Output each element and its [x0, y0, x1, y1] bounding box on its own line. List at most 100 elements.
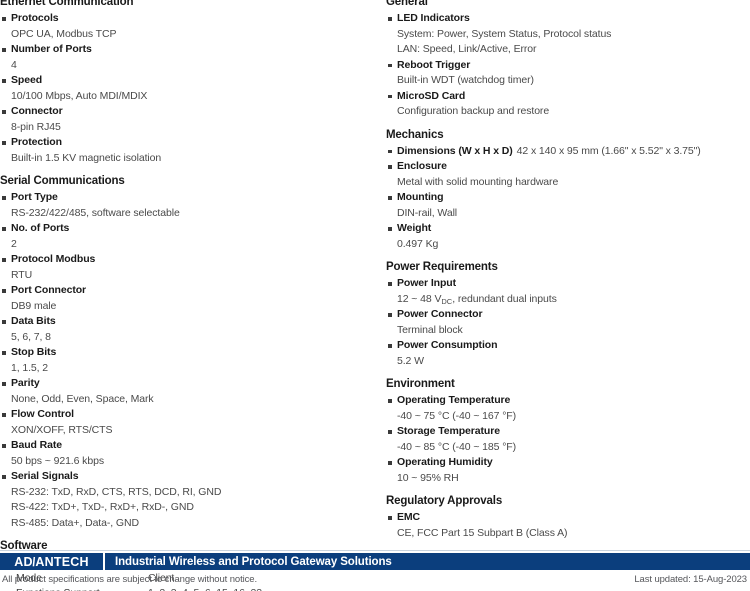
spec-value: Built-in WDT (watchdog timer) — [397, 74, 534, 86]
bullet-icon — [388, 17, 392, 21]
spec-row-storage-temperature: Storage Temperature -40 ~ 85 °C (-40 ~ 18… — [386, 424, 750, 455]
spec-value: 12 ~ 48 VDC, redundant dual inputs — [397, 292, 557, 306]
spec-row-port-type: Port Type RS-232/422/485, software select… — [0, 190, 380, 221]
spec-section-general: General LED Indicators System: Power, Syst… — [386, 0, 750, 120]
banner-tagline: Industrial Wireless and Protocol Gateway… — [115, 555, 392, 568]
spec-sheet-page: Ethernet Communication Protocols OPC UA, M… — [0, 0, 750, 591]
spec-value: -40 ~ 75 °C (-40 ~ 167 °F) — [397, 409, 517, 422]
spec-value: 2 — [11, 237, 17, 250]
spec-row-protocol-modbus: Protocol Modbus RTU — [0, 252, 380, 283]
spec-value: DIN-rail, Wall — [397, 206, 458, 219]
spec-value: 10 ~ 95% RH — [397, 471, 459, 484]
spec-value: 1, 1.5, 2 — [11, 361, 49, 374]
section-heading: Serial Communications — [0, 175, 125, 187]
spec-row-data-bits: Data Bits 5, 6, 7, 8 — [0, 314, 380, 345]
spec-row-mounting: Mounting DIN-rail, Wall — [386, 190, 750, 221]
bullet-icon — [388, 63, 392, 67]
spec-label: Stop Bits — [11, 346, 57, 358]
spec-value: XON/XOFF, RTS/CTS — [11, 423, 113, 436]
bullet-icon — [388, 516, 392, 520]
spec-section-ethernet-communication: Ethernet Communication Protocols OPC UA, M… — [0, 0, 380, 166]
spec-row-serial-signals: Serial Signals RS-232: TxD, RxD, CTS, RTS… — [0, 469, 380, 531]
spec-value: System: Power, System Status, Protocol s… — [397, 27, 612, 56]
bullet-icon — [2, 475, 6, 479]
spec-row-protection: Protection Built-in 1.5 KV magnetic isola… — [0, 135, 380, 166]
spec-row-power-consumption: Power Consumption 5.2 W — [386, 338, 750, 369]
bullet-icon — [388, 149, 392, 153]
section-heading: Environment — [386, 378, 455, 390]
bullet-icon — [2, 413, 6, 417]
spec-value: 0.497 Kg — [397, 237, 439, 250]
bullet-icon — [2, 351, 6, 355]
spec-value: Configuration backup and restore — [397, 105, 550, 117]
spec-label: Storage Temperature — [397, 425, 500, 437]
bullet-icon — [2, 227, 6, 231]
spec-row-speed: Speed 10/100 Mbps, Auto MDI/MDIX — [0, 73, 380, 104]
section-heading: Power Requirements — [386, 261, 498, 273]
bullet-icon — [2, 48, 6, 52]
spec-value: None, Odd, Even, Space, Mark — [11, 392, 154, 405]
spec-label: Data Bits — [11, 315, 56, 327]
bullet-icon — [2, 258, 6, 262]
footer-divider — [0, 550, 750, 551]
bullet-icon — [388, 227, 392, 231]
spec-label: Serial Signals — [11, 470, 79, 482]
spec-label: Parity — [11, 377, 40, 389]
bullet-icon — [388, 282, 392, 286]
spec-section-environment: Environment Operating Temperature -40 ~ 75… — [386, 378, 750, 486]
bullet-icon — [2, 196, 6, 200]
spec-row-connector: Connector 8-pin RJ45 — [0, 104, 380, 135]
bullet-icon — [2, 141, 6, 145]
spec-value: Built-in 1.5 KV magnetic isolation — [11, 151, 162, 164]
spec-row-led-indicators: LED Indicators System: Power, System Stat… — [386, 11, 750, 58]
spec-value: 5, 6, 7, 8 — [11, 330, 51, 343]
spec-value: DB9 male — [11, 299, 57, 312]
spec-value: 1, 2, 3, 4, 5, 6, 15, 16, 23 — [148, 586, 378, 591]
spec-value: Metal with solid mounting hardware — [397, 175, 559, 188]
section-heading: Regulatory Approvals — [386, 495, 503, 507]
spec-row-dimensions-w-x-h-x-d: Dimensions (W x H x D) 42 x 140 x 95 mm (… — [386, 144, 750, 160]
footer-banner: AD \ ANTECH Industrial Wireless and Protoc… — [0, 553, 750, 570]
spec-value: RS-232: TxD, RxD, CTS, RTS, DCD, RI, GND… — [11, 485, 222, 529]
bullet-icon — [2, 320, 6, 324]
spec-label: Protocols — [11, 12, 59, 24]
spec-value: 50 bps ~ 921.6 kbps — [11, 454, 104, 467]
spec-value: OPC UA, Modbus TCP — [11, 27, 117, 40]
bullet-icon — [2, 289, 6, 293]
spec-label: Connector — [11, 105, 63, 117]
bullet-icon — [2, 17, 6, 21]
footer-disclaimer: All product specifications are subject t… — [2, 574, 257, 585]
bullet-icon — [2, 382, 6, 386]
spec-row-number-of-ports: Number of Ports 4 — [0, 42, 380, 73]
spec-row-microsd-card: MicroSD Card Configuration backup and res… — [386, 89, 750, 120]
spec-row-emc: EMC CE, FCC Part 15 Subpart B (Class A) — [386, 510, 750, 541]
spec-label: No. of Ports — [11, 222, 70, 234]
spec-label: Speed — [11, 74, 43, 86]
bullet-icon — [388, 196, 392, 200]
spec-row-power-input: Power Input 12 ~ 48 VDC, redundant dual i… — [386, 276, 750, 307]
spec-label: Enclosure — [397, 160, 447, 172]
spec-value: 8-pin RJ45 — [11, 120, 61, 133]
left-specification-column: Ethernet Communication Protocols OPC UA, M… — [0, 0, 380, 591]
spec-section-mechanics: Mechanics Dimensions (W x H x D) 42 x 140 … — [386, 129, 750, 253]
spec-row-protocols: Protocols OPC UA, Modbus TCP — [0, 11, 380, 42]
spec-label: Flow Control — [11, 408, 74, 420]
bullet-icon — [2, 110, 6, 114]
spec-row-power-connector: Power Connector Terminal block — [386, 307, 750, 338]
bullet-icon — [388, 165, 392, 169]
spec-value: 5.2 W — [397, 354, 424, 367]
spec-row-stop-bits: Stop Bits 1, 1.5, 2 — [0, 345, 380, 376]
bullet-icon — [388, 94, 392, 98]
spec-label: Protection — [11, 136, 62, 148]
bullet-icon — [388, 344, 392, 348]
spec-label: Port Connector — [11, 284, 87, 296]
value-subscript: DC — [441, 296, 453, 306]
bullet-icon — [2, 444, 6, 448]
spec-label: Dimensions (W x H x D) — [397, 144, 513, 157]
spec-label: Power Input — [397, 277, 456, 289]
spec-value: 42 x 140 x 95 mm (1.66" x 5.52" x 3.75") — [516, 144, 701, 157]
spec-value: 4 — [11, 58, 17, 71]
spec-label: Number of Ports — [11, 43, 92, 55]
spec-label: Mounting — [397, 191, 444, 203]
bullet-icon — [2, 79, 6, 83]
